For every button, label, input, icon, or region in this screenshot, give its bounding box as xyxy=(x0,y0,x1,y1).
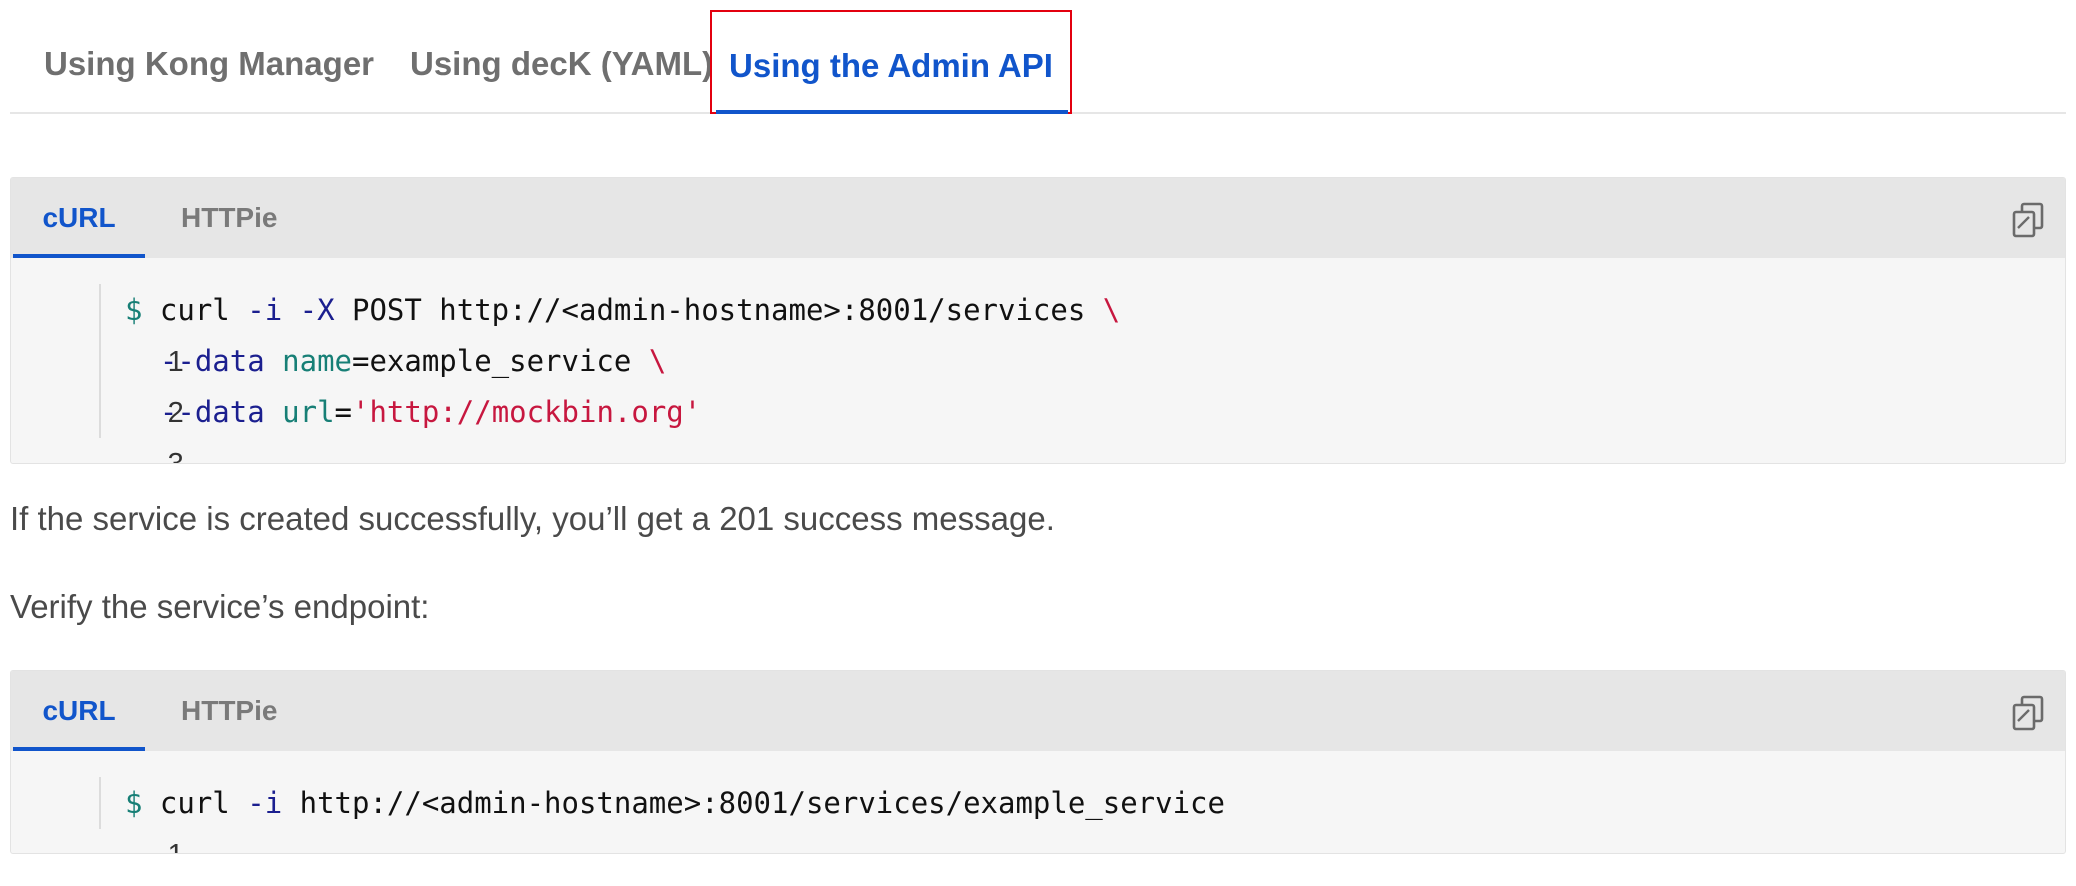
tab-using-deck-yaml[interactable]: Using decK (YAML) xyxy=(410,10,713,114)
code-text: $ curl -i -X POST http://<admin-hostname… xyxy=(125,293,1121,327)
tab-using-admin-api[interactable]: Using the Admin API xyxy=(710,10,1072,114)
tab-curl[interactable]: cURL xyxy=(13,671,145,751)
tab-httpie[interactable]: HTTPie xyxy=(181,178,277,258)
code-block-create-service: cURL HTTPie 1 $ curl -i -X POST http://<… xyxy=(10,177,2066,464)
code-text: $ curl -i http://<admin-hostname>:8001/s… xyxy=(125,786,1225,820)
code-line: 1 $ curl -i http://<admin-hostname>:8001… xyxy=(11,778,1225,853)
code-block-header: cURL HTTPie xyxy=(11,671,2065,751)
method-tabs: Using Kong Manager Using decK (YAML) Usi… xyxy=(10,10,2066,114)
success-message-text: If the service is created successfully, … xyxy=(10,500,1055,537)
code-block-header: cURL HTTPie xyxy=(11,178,2065,258)
code-body: 1 $ curl -i http://<admin-hostname>:8001… xyxy=(11,751,2065,853)
tab-using-kong-manager[interactable]: Using Kong Manager xyxy=(44,10,374,114)
line-number: 3 xyxy=(167,448,184,464)
copy-icon[interactable] xyxy=(2009,200,2049,240)
code-text: --data name=example_service \ xyxy=(159,344,667,378)
tab-httpie[interactable]: HTTPie xyxy=(181,671,277,751)
code-text: --data url='http://mockbin.org' xyxy=(159,395,702,429)
code-body: 1 $ curl -i -X POST http://<admin-hostna… xyxy=(11,258,2065,463)
code-line: 1 $ curl -i -X POST http://<admin-hostna… xyxy=(11,285,1120,378)
copy-icon[interactable] xyxy=(2009,693,2049,733)
code-line: 3 --data url='http://mockbin.org' xyxy=(11,387,701,463)
tab-curl[interactable]: cURL xyxy=(13,178,145,258)
code-line: 2 --data name=example_service \ xyxy=(11,336,666,429)
verify-endpoint-text: Verify the service’s endpoint: xyxy=(10,588,430,625)
line-number: 1 xyxy=(116,830,184,853)
code-block-verify-service: cURL HTTPie 1 $ curl -i http://<admin-ho… xyxy=(10,670,2066,854)
